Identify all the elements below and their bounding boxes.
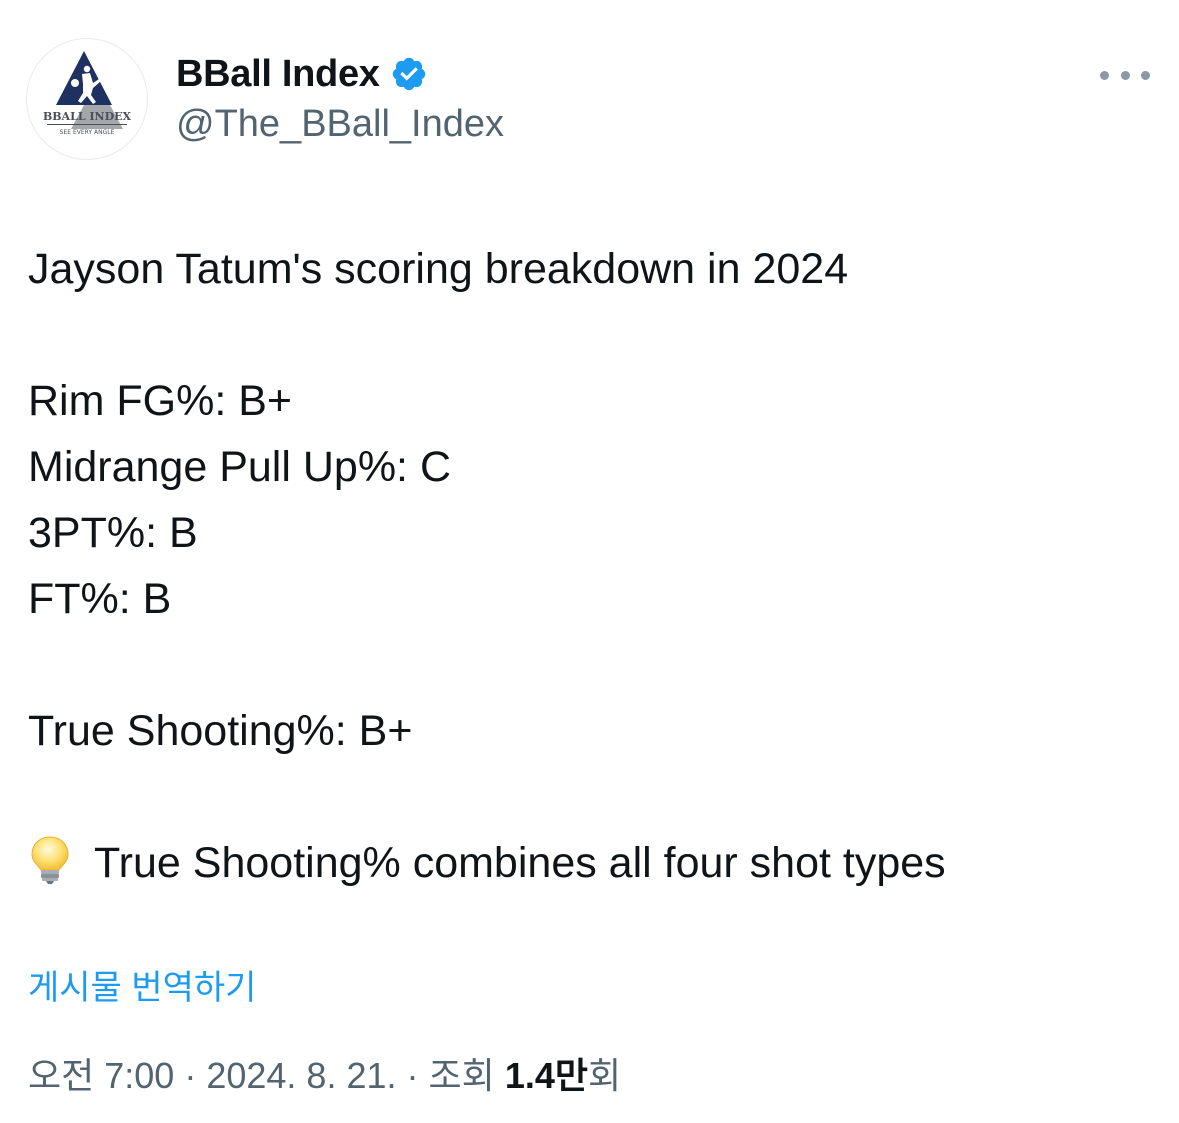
author-handle[interactable]: @The_BBall_Index (176, 100, 504, 148)
tweet-meta: 오전 7:00 · 2024. 8. 21. · 조회 1.4만회 (28, 1052, 621, 1100)
more-dot-icon (1100, 70, 1109, 80)
tweet-line: 3PT%: B (28, 509, 198, 557)
views-count: 1.4 (504, 1055, 555, 1096)
views-unit: 만 (554, 1055, 588, 1096)
more-dot-icon (1120, 70, 1130, 80)
bball-index-logo: BBALL INDEX SEE EVERY ANGLE (43, 51, 132, 136)
author-avatar[interactable]: BBALL INDEX SEE EVERY ANGLE (26, 38, 148, 160)
translate-post-link[interactable]: 게시물 번역하기 (28, 964, 256, 1012)
verified-badge-icon[interactable] (390, 55, 428, 93)
tweet-line: Rim FG%: B+ (28, 377, 293, 425)
tweet-line: FT%: B (28, 575, 172, 623)
tweet-line: Jayson Tatum's scoring breakdown in 2024 (28, 245, 849, 293)
meta-separator: · (184, 1055, 197, 1096)
author-display-name[interactable]: BBall Index (176, 50, 380, 98)
tweet-line: Midrange Pull Up%: C (28, 443, 452, 491)
tweet-note-text: True Shooting% combines all four shot ty… (94, 839, 946, 887)
meta-separator: · (406, 1055, 419, 1096)
views-label: 조회 (428, 1055, 495, 1096)
tweet-text: Jayson Tatum's scoring breakdown in 2024… (28, 236, 1148, 896)
author-name-row: BBall Index (176, 50, 428, 98)
avatar-logo-tagline: SEE EVERY ANGLE (60, 129, 115, 136)
more-options-button[interactable] (1100, 58, 1150, 92)
avatar-logo-text: BBALL INDEX (43, 110, 132, 123)
tweet-date[interactable]: 2024. 8. 21. (206, 1055, 396, 1096)
more-dot-icon (1141, 70, 1150, 80)
tweet-line: True Shooting%: B+ (28, 707, 413, 755)
tweet-note-line: True Shooting% combines all four shot ty… (28, 830, 1148, 896)
views-suffix: 회 (587, 1055, 622, 1096)
tweet-time[interactable]: 오전 7:00 (28, 1055, 174, 1096)
light-bulb-icon (31, 836, 69, 884)
